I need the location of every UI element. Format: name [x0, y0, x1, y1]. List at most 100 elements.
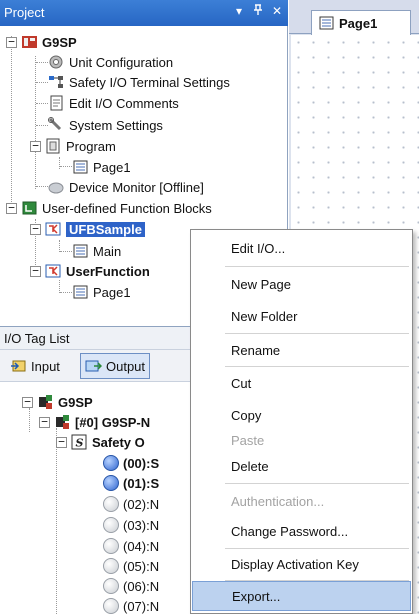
- menu-item-authentication[interactable]: Authentication...: [192, 485, 411, 517]
- menu-item-delete[interactable]: Delete: [192, 450, 411, 482]
- menu-item-label: New Folder: [231, 308, 298, 324]
- tree-label: Device Monitor [Offline]: [69, 179, 204, 195]
- menu-item-label: Display Activation Key: [231, 556, 359, 572]
- io-item-01[interactable]: (01):S: [103, 473, 159, 493]
- tree-label: Program: [66, 138, 116, 154]
- io-tree-node0[interactable]: − [#0] G9SP-N: [39, 412, 150, 432]
- output-off-icon: [103, 538, 119, 554]
- document-icon: [48, 95, 65, 111]
- tree-label: Page1: [93, 159, 131, 175]
- pin-icon[interactable]: [253, 4, 263, 19]
- tree-label: (06):N: [123, 578, 160, 594]
- output-on-icon: [103, 475, 119, 491]
- page-icon: [318, 15, 335, 31]
- tree-label: (07):N: [123, 598, 160, 614]
- tree-label: (01):S: [123, 475, 160, 491]
- collapse-icon[interactable]: −: [6, 36, 17, 48]
- collapse-icon[interactable]: −: [30, 223, 41, 235]
- io-tree-g9sp[interactable]: − G9SP: [22, 392, 93, 412]
- tree-item-main[interactable]: Main: [72, 241, 121, 261]
- gear-icon: [48, 54, 65, 70]
- output-tag-icon: [85, 358, 103, 374]
- context-menu: Edit I/O... New Page New Folder Rename C…: [190, 229, 413, 614]
- collapse-icon[interactable]: −: [39, 416, 50, 428]
- wrench-icon: [48, 117, 65, 133]
- collapse-icon[interactable]: −: [30, 265, 41, 277]
- function-block-icon: [45, 263, 62, 279]
- menu-item-change-password[interactable]: Change Password...: [192, 515, 411, 547]
- function-block-icon: [45, 221, 62, 237]
- tree-label: (00):S: [123, 455, 160, 471]
- function-block-folder-icon: [21, 200, 38, 216]
- tree-label: [#0] G9SP-N: [75, 414, 151, 430]
- close-icon[interactable]: ✕: [272, 4, 282, 18]
- menu-item-display-activation-key[interactable]: Display Activation Key: [192, 548, 411, 580]
- output-off-icon: [103, 496, 119, 512]
- tree-item-program-page1[interactable]: Page1: [72, 157, 131, 177]
- io-item-00[interactable]: (00):S: [103, 453, 159, 473]
- tree-label: (05):N: [123, 558, 160, 574]
- collapse-icon[interactable]: −: [6, 202, 17, 214]
- collapse-icon[interactable]: −: [56, 436, 67, 448]
- io-item-07[interactable]: (07):N: [103, 596, 159, 614]
- menu-item-cut[interactable]: Cut: [192, 367, 411, 399]
- monitor-icon: [48, 179, 65, 195]
- tree-item-unit-configuration[interactable]: Unit Configuration: [48, 52, 173, 72]
- collapse-icon[interactable]: −: [30, 140, 41, 152]
- menu-item-label: Edit I/O...: [231, 240, 286, 256]
- tab-page1[interactable]: Page1: [311, 10, 411, 35]
- program-icon: [45, 138, 62, 154]
- svg-text:S: S: [76, 437, 84, 450]
- io-tree-safety[interactable]: − S Safety O: [56, 432, 145, 452]
- menu-separator: [225, 483, 409, 484]
- dropdown-icon[interactable]: ▾: [236, 4, 242, 18]
- tree-item-device-monitor[interactable]: Device Monitor [Offline]: [48, 177, 204, 197]
- tree-label: Unit Configuration: [69, 54, 174, 70]
- tree-label: G9SP: [58, 394, 93, 410]
- tree-item-userfunction-page1[interactable]: Page1: [72, 282, 131, 302]
- output-off-icon: [103, 598, 119, 614]
- io-item-06[interactable]: (06):N: [103, 576, 159, 596]
- tree-item-user-defined-function-blocks[interactable]: − User-defined Function Blocks: [6, 198, 212, 218]
- tree-item-system-settings[interactable]: System Settings: [48, 115, 163, 135]
- menu-item-new-page[interactable]: New Page: [192, 268, 411, 300]
- io-item-03[interactable]: (03):N: [103, 515, 159, 535]
- output-label: Output: [106, 358, 146, 374]
- tree-label: UFBSample: [66, 221, 145, 237]
- io-item-04[interactable]: (04):N: [103, 536, 159, 556]
- menu-item-rename[interactable]: Rename: [192, 334, 411, 366]
- tab-label: Page1: [339, 15, 378, 31]
- tree-item-safety-io-terminal-settings[interactable]: Safety I/O Terminal Settings: [48, 72, 230, 92]
- g9sp-device-icon: [21, 34, 38, 50]
- device-icon: [37, 394, 54, 410]
- tree-item-ufbsample[interactable]: − UFBSample: [30, 219, 145, 239]
- menu-item-label: Change Password...: [231, 523, 349, 539]
- menu-separator: [225, 266, 409, 267]
- input-button[interactable]: Input: [6, 353, 64, 379]
- project-pane-title: Project: [4, 5, 45, 20]
- tree-label: System Settings: [69, 117, 163, 133]
- io-item-05[interactable]: (05):N: [103, 556, 159, 576]
- page-icon: [72, 243, 89, 259]
- output-off-icon: [103, 517, 119, 533]
- menu-item-edit-io[interactable]: Edit I/O...: [192, 232, 411, 264]
- tree-label: User-defined Function Blocks: [42, 200, 212, 216]
- collapse-icon[interactable]: −: [22, 396, 33, 408]
- menu-item-export[interactable]: Export...: [192, 581, 411, 611]
- tree-item-g9sp[interactable]: − G9SP: [6, 32, 77, 52]
- output-on-icon: [103, 455, 119, 471]
- tree-label: G9SP: [42, 34, 77, 50]
- tree-item-userfunction[interactable]: − UserFunction: [30, 261, 150, 281]
- tree-item-edit-io-comments[interactable]: Edit I/O Comments: [48, 93, 179, 113]
- network-icon: [48, 74, 65, 90]
- menu-item-label: Cut: [231, 375, 252, 391]
- output-button[interactable]: Output: [80, 353, 151, 379]
- tree-label: Safety O: [92, 434, 145, 450]
- menu-item-label: Rename: [231, 342, 281, 358]
- menu-item-label: Copy: [231, 407, 262, 423]
- menu-item-label: Paste: [231, 432, 265, 448]
- menu-item-new-folder[interactable]: New Folder: [192, 300, 411, 332]
- tree-label: Safety I/O Terminal Settings: [69, 74, 230, 90]
- tree-item-program[interactable]: − Program: [30, 136, 116, 156]
- io-item-02[interactable]: (02):N: [103, 494, 159, 514]
